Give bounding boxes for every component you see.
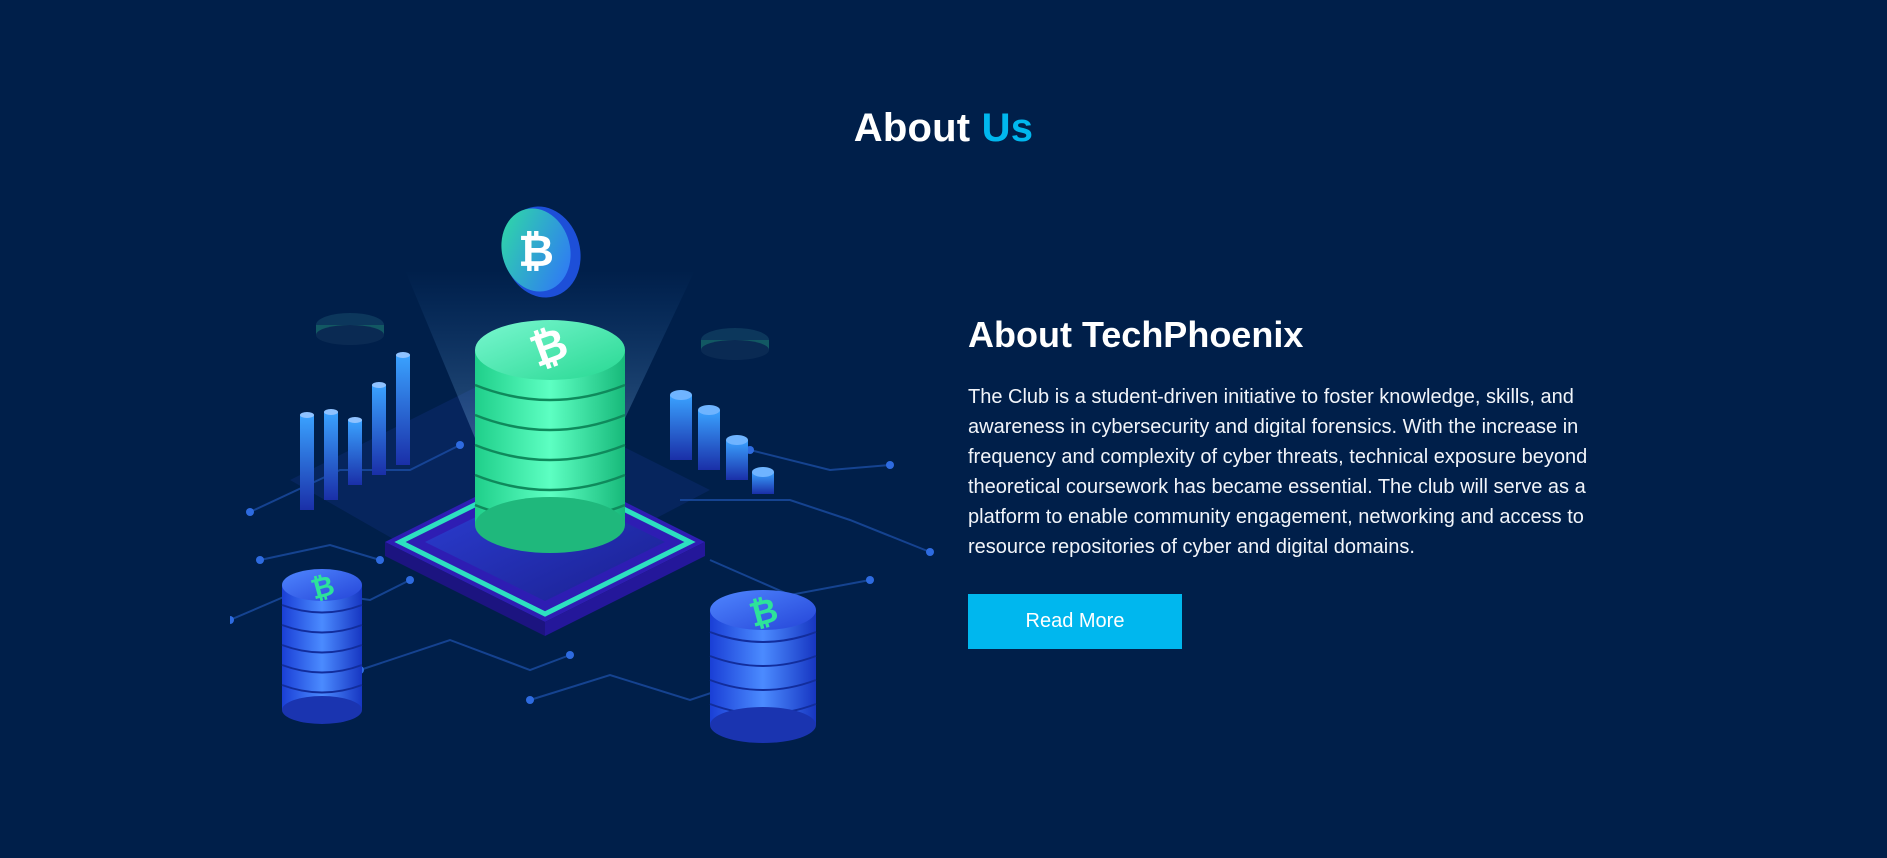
section-title-main: About: [853, 106, 971, 150]
about-description: The Club is a student-driven initiative …: [968, 386, 1588, 558]
bitcoin-coin-stack-main: ₿: [474, 318, 626, 553]
crypto-illustration: ₿ ₿ ₿ ₿: [230, 206, 934, 743]
section-title-accent: Us: [981, 106, 1034, 150]
coin-stack-left-icon: ₿: [281, 569, 363, 724]
svg-text:₿: ₿: [518, 226, 554, 277]
section-title: About Us: [0, 98, 1887, 158]
coin-stack-right-icon: ₿: [709, 590, 817, 743]
about-heading: About TechPhoenix: [968, 314, 1304, 355]
about-content: About TechPhoenix The Club is a student-…: [968, 310, 1648, 562]
read-more-button[interactable]: Read More: [968, 594, 1182, 649]
